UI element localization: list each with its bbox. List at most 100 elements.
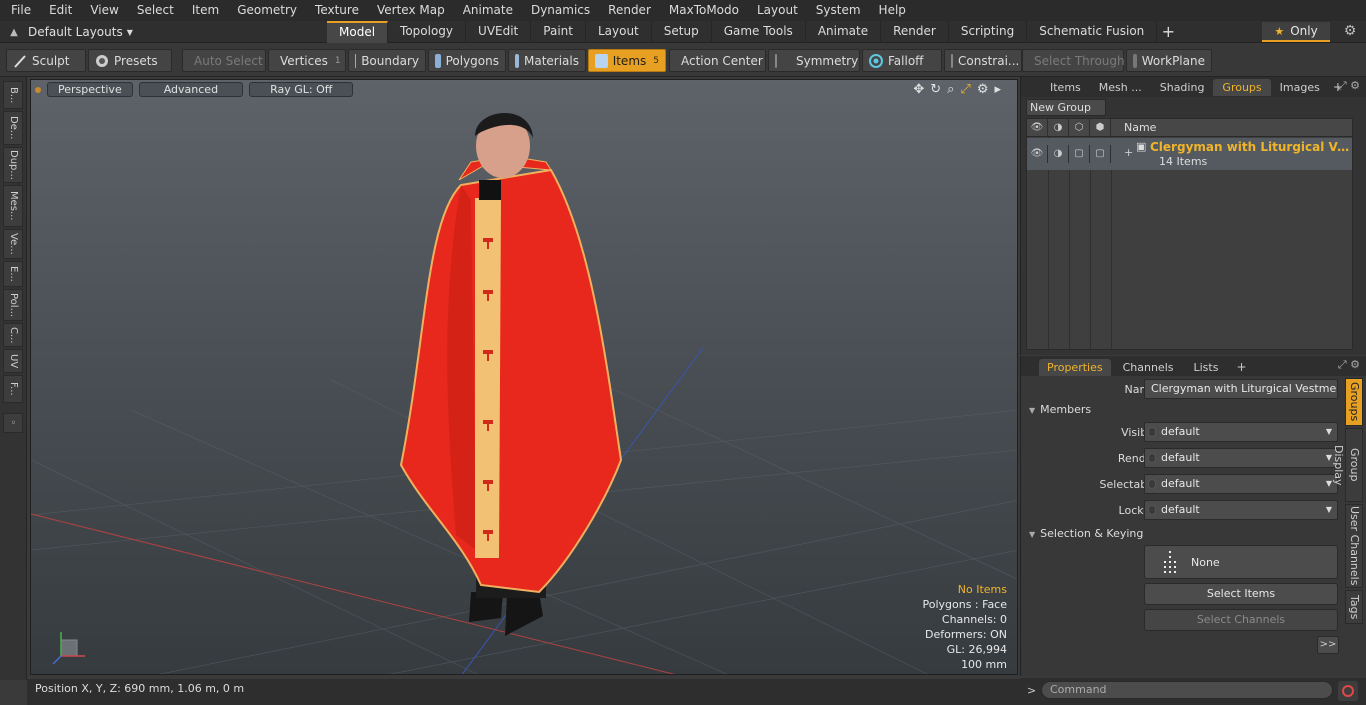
tab-scripting[interactable]: Scripting [949,21,1028,43]
tab-topology[interactable]: Topology [388,21,467,43]
props-options-icon[interactable]: ⤢ ⚙ [1338,358,1360,372]
tab-shading[interactable]: Shading [1151,79,1214,96]
menu-geometry[interactable]: Geometry [228,0,306,21]
menu-vertex-map[interactable]: Vertex Map [368,0,454,21]
tab-items[interactable]: Items [1041,79,1090,96]
perspective-button[interactable]: Perspective [47,82,133,97]
menu-maxtomodo[interactable]: MaxToModo [660,0,748,21]
left-tab-extra[interactable]: ◦ [3,413,23,433]
more-button[interactable]: >> [1317,636,1339,654]
row-eye-icon[interactable]: 👁 [1027,145,1048,163]
visibility-eye-icon[interactable]: 👁 [1027,119,1048,137]
left-tab-curve[interactable]: C... [3,323,23,347]
left-tab-basic[interactable]: B... [3,81,23,109]
menu-animate[interactable]: Animate [454,0,522,21]
select-channels-button[interactable]: Select Channels [1144,609,1338,631]
tab-paint[interactable]: Paint [531,21,586,43]
presets-button[interactable]: Presets [88,49,172,72]
sculpt-button[interactable]: Sculpt [6,49,86,72]
materials-button[interactable]: Materials [508,49,586,72]
rotate-view-icon[interactable]: ↻ [930,82,941,97]
menu-edit[interactable]: Edit [40,0,81,21]
menu-select[interactable]: Select [128,0,183,21]
group-name[interactable]: Clergyman with Liturgical Vestm... [1150,140,1350,154]
tab-channels[interactable]: Channels [1115,359,1182,376]
tab-groups[interactable]: Groups [1213,78,1271,96]
tab-render[interactable]: Render [881,21,949,43]
record-macro-button[interactable] [1338,681,1358,701]
left-tab-polygon[interactable]: Pol... [3,289,23,321]
left-tab-edge[interactable]: E... [3,261,23,287]
clergyman-model[interactable] [399,112,623,636]
left-tab-uv[interactable]: UV [3,349,23,373]
tab-game-tools[interactable]: Game Tools [712,21,806,43]
symmetry-button[interactable]: Symmetry [768,49,860,72]
tab-setup[interactable]: Setup [652,21,712,43]
auto-select-button[interactable]: Auto Select [182,49,266,72]
items-button[interactable]: Items 5 [588,49,666,72]
render-select[interactable]: default ▼ [1144,448,1338,468]
menu-render[interactable]: Render [599,0,660,21]
layouts-dropdown[interactable]: ▲ Default Layouts ▼ [0,21,133,43]
group-row[interactable]: 👁 ◑ ▢ ▢ + ▣ Clergyman with Liturgical Ve… [1027,138,1352,170]
constraints-button[interactable]: Constrai... [944,49,1022,72]
polygons-button[interactable]: Polygons [428,49,506,72]
left-tab-vertex[interactable]: Ve... [3,229,23,259]
lock-icon[interactable]: ⬡ [1069,119,1090,137]
locked-select[interactable]: default ▼ [1144,500,1338,520]
select-icon[interactable]: ⬢ [1090,119,1111,137]
boundary-button[interactable]: Boundary [348,49,426,72]
menu-help[interactable]: Help [870,0,915,21]
select-through-button[interactable]: Select Through [1022,49,1125,72]
group-name-field[interactable]: Clergyman with Liturgical Vestment Re [1144,379,1338,399]
falloff-button[interactable]: Falloff [862,49,942,72]
keying-none-button[interactable]: None [1144,545,1338,579]
vertices-button[interactable]: Vertices 1 [268,49,346,72]
visible-select[interactable]: default ▼ [1144,422,1338,442]
selection-keying-section[interactable]: ▼ Selection & Keying [1029,527,1143,540]
row-lock-checkbox[interactable]: ▢ [1069,145,1090,163]
selectable-select[interactable]: default ▼ [1144,474,1338,494]
move-view-icon[interactable]: ✥ [913,82,924,97]
tab-schematic-fusion[interactable]: Schematic Fusion [1027,21,1158,43]
menu-view[interactable]: View [81,0,127,21]
gear-icon[interactable]: ⚙ [1340,23,1360,41]
menu-item[interactable]: Item [183,0,228,21]
tab-images[interactable]: Images [1271,79,1329,96]
vtab-user-channels[interactable]: User Channels [1345,504,1363,588]
menu-system[interactable]: System [807,0,870,21]
vtab-tags[interactable]: Tags [1345,590,1363,624]
left-tab-duplicate[interactable]: Dup... [3,147,23,183]
workplane-button[interactable]: WorkPlane [1126,49,1212,72]
maximize-view-icon[interactable]: ⤢ [960,82,970,97]
select-items-button[interactable]: Select Items [1144,583,1338,605]
add-tab-plus-icon[interactable]: + [1157,21,1179,43]
left-tab-fusion[interactable]: F... [3,375,23,403]
tab-mesh[interactable]: Mesh ... [1090,79,1151,96]
menu-layout[interactable]: Layout [748,0,807,21]
zoom-view-icon[interactable]: ⌕ [947,82,954,97]
tab-properties[interactable]: Properties [1039,359,1111,376]
3d-viewport[interactable]: Perspective Advanced Ray GL: Off ✥ ↻ ⌕ ⤢… [30,79,1018,675]
only-button[interactable]: ★ Only [1262,22,1330,42]
expand-plus-icon[interactable]: + [1124,146,1133,159]
menu-dynamics[interactable]: Dynamics [522,0,599,21]
tab-animate[interactable]: Animate [806,21,882,43]
vtab-groups[interactable]: Groups [1345,378,1363,426]
left-tab-mesh-edit[interactable]: Mes... [3,185,23,227]
vtab-group-display[interactable]: Group Display [1332,428,1363,502]
menu-texture[interactable]: Texture [306,0,368,21]
members-section[interactable]: ▼ Members [1029,403,1091,416]
row-select-checkbox[interactable]: ▢ [1090,145,1111,163]
tab-layout[interactable]: Layout [586,21,652,43]
viewport-menu-dot[interactable] [35,86,41,93]
tab-uvedit[interactable]: UVEdit [466,21,532,43]
menu-file[interactable]: File [0,0,40,21]
action-center-button[interactable]: Action Center [669,49,766,72]
advanced-button[interactable]: Advanced [138,82,244,97]
command-input[interactable]: Command [1041,681,1333,699]
expand-up-icon[interactable]: ▲ [0,27,28,38]
viewport-gear-icon[interactable]: ⚙ [977,82,989,97]
row-render-icon[interactable]: ◑ [1048,145,1069,163]
tab-lists[interactable]: Lists [1186,359,1227,376]
